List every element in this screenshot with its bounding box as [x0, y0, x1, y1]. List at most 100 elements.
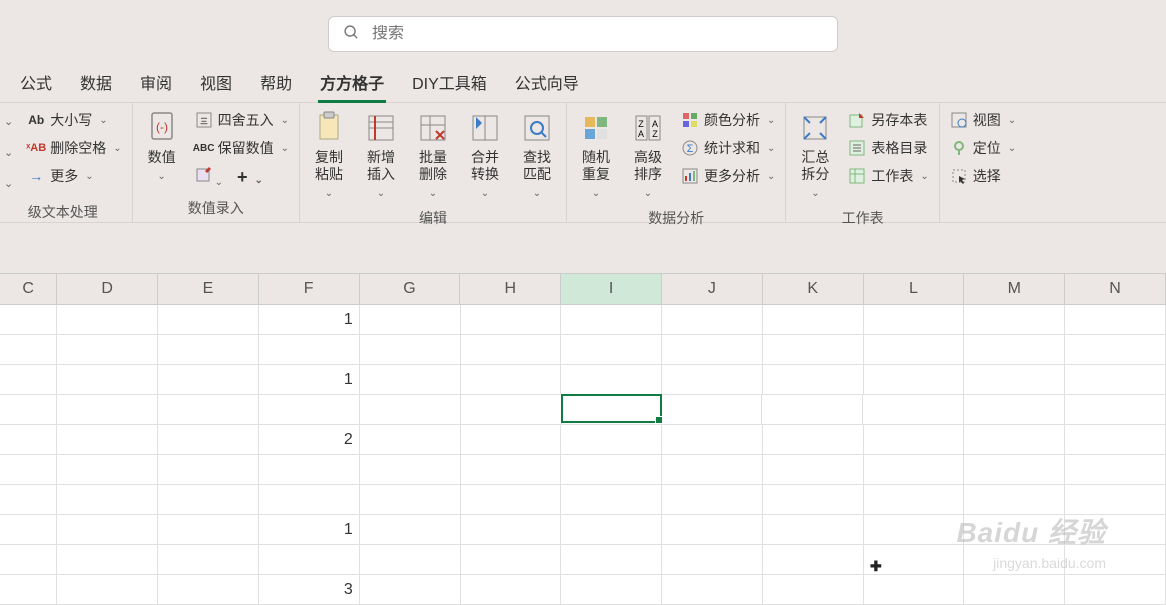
cell[interactable] — [57, 365, 158, 394]
cell[interactable] — [259, 545, 360, 574]
tab-formula-guide[interactable]: 公式向导 — [501, 62, 593, 102]
cell[interactable] — [158, 305, 259, 334]
sort-button[interactable]: ZAAZ 高级排序⌄ — [625, 107, 671, 204]
cell[interactable] — [1065, 395, 1166, 424]
tab-help[interactable]: 帮助 — [246, 62, 306, 102]
cell[interactable] — [864, 575, 965, 604]
spreadsheet-grid[interactable]: CDEFGHIJKLMN 11213 — [0, 273, 1166, 605]
cell[interactable] — [864, 365, 965, 394]
cell[interactable] — [762, 395, 863, 424]
cell[interactable]: 2 — [259, 425, 360, 454]
locate-button[interactable]: 定位 ⌄ — [946, 135, 1020, 161]
random-button[interactable]: 随机重复⌄ — [573, 107, 619, 204]
cell[interactable] — [57, 455, 158, 484]
cell[interactable] — [763, 335, 864, 364]
select-button[interactable]: 选择 — [946, 163, 1020, 189]
cell[interactable] — [158, 455, 259, 484]
copy-paste-button[interactable]: 复制粘贴⌄ — [306, 107, 352, 204]
cell[interactable] — [0, 455, 57, 484]
cell[interactable] — [763, 575, 864, 604]
cell[interactable] — [561, 335, 662, 364]
cell[interactable] — [964, 545, 1065, 574]
cell[interactable] — [1065, 515, 1166, 544]
tab-review[interactable]: 审阅 — [126, 62, 186, 102]
round-button[interactable]: 三 四舍五入 ⌄ — [191, 107, 293, 133]
column-header[interactable]: N — [1065, 274, 1166, 304]
cell[interactable] — [964, 455, 1065, 484]
cell[interactable] — [964, 575, 1065, 604]
cell[interactable] — [461, 335, 562, 364]
cell[interactable] — [360, 425, 461, 454]
cell[interactable] — [561, 394, 662, 423]
cell[interactable] — [864, 515, 965, 544]
cell[interactable] — [561, 305, 662, 334]
cell[interactable] — [57, 515, 158, 544]
edit-icon[interactable]: ⌄ — [195, 167, 223, 188]
column-header[interactable]: L — [864, 274, 965, 304]
cell[interactable] — [662, 335, 763, 364]
column-header[interactable]: I — [561, 274, 662, 304]
cell[interactable] — [158, 395, 259, 424]
tab-view[interactable]: 视图 — [186, 62, 246, 102]
cell[interactable] — [863, 395, 964, 424]
cell[interactable] — [964, 365, 1065, 394]
cell[interactable] — [662, 305, 763, 334]
cell[interactable] — [0, 425, 57, 454]
cell[interactable] — [259, 335, 360, 364]
cell[interactable] — [864, 305, 965, 334]
cell[interactable] — [561, 545, 662, 574]
cell[interactable] — [662, 545, 763, 574]
cell[interactable]: 3 — [259, 575, 360, 604]
dropdown-icon[interactable]: ⌄ — [0, 107, 17, 136]
cell[interactable] — [561, 515, 662, 544]
cell[interactable] — [57, 575, 158, 604]
cell[interactable] — [0, 395, 57, 424]
more-analysis-button[interactable]: 更多分析 ⌄ — [677, 163, 779, 189]
search-box[interactable] — [328, 16, 838, 52]
tab-diy[interactable]: DIY工具箱 — [398, 62, 501, 102]
cell[interactable] — [57, 545, 158, 574]
plus-icon[interactable]: + ⌄ — [237, 167, 263, 188]
cell[interactable] — [0, 335, 57, 364]
cell[interactable] — [360, 485, 461, 514]
cell[interactable] — [661, 395, 762, 424]
cell[interactable] — [763, 545, 864, 574]
cell[interactable] — [1065, 575, 1166, 604]
cell[interactable] — [763, 425, 864, 454]
cell[interactable] — [360, 335, 461, 364]
cell[interactable] — [964, 395, 1065, 424]
cell[interactable] — [763, 365, 864, 394]
cell[interactable] — [57, 335, 158, 364]
cell[interactable] — [864, 455, 965, 484]
cell[interactable] — [662, 365, 763, 394]
dropdown-icon[interactable]: ⌄ — [0, 169, 17, 198]
cell[interactable] — [360, 545, 461, 574]
cell[interactable] — [1065, 485, 1166, 514]
cell[interactable] — [360, 455, 461, 484]
cell[interactable] — [662, 575, 763, 604]
cell[interactable] — [964, 485, 1065, 514]
cell[interactable] — [864, 425, 965, 454]
cell[interactable] — [461, 395, 562, 424]
tab-fanggezi[interactable]: 方方格子 — [306, 62, 398, 102]
column-header[interactable]: H — [460, 274, 561, 304]
cell[interactable] — [259, 455, 360, 484]
dropdown-icon[interactable]: ⌄ — [0, 138, 17, 167]
cell[interactable] — [662, 455, 763, 484]
batch-delete-button[interactable]: 批量删除⌄ — [410, 107, 456, 204]
cell[interactable] — [662, 515, 763, 544]
cell[interactable] — [0, 305, 57, 334]
cell[interactable] — [763, 515, 864, 544]
cell[interactable] — [561, 575, 662, 604]
column-header[interactable]: M — [964, 274, 1065, 304]
cell[interactable] — [864, 335, 965, 364]
cell[interactable] — [158, 365, 259, 394]
cell[interactable] — [1065, 335, 1166, 364]
cell[interactable] — [360, 515, 461, 544]
cell[interactable] — [461, 485, 562, 514]
cell[interactable] — [259, 485, 360, 514]
cell[interactable] — [360, 305, 461, 334]
cell[interactable] — [0, 485, 57, 514]
cell[interactable] — [0, 365, 57, 394]
cell[interactable] — [1065, 425, 1166, 454]
